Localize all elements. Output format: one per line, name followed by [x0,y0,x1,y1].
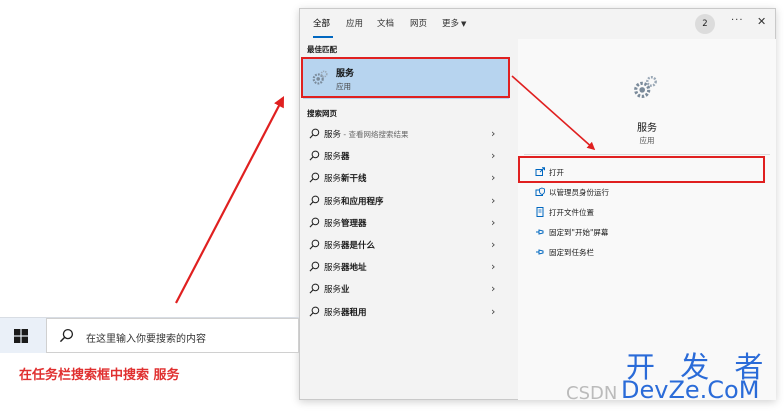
detail-action-pin-taskbar[interactable]: 固定到任务栏 [518,242,776,262]
detail-action-pin-start[interactable]: 固定到"开始"屏幕 [518,222,776,242]
search-icon [309,261,320,272]
chevron-right-icon[interactable]: › [491,282,495,295]
suggestion-completion: 业 [341,285,350,296]
taskbar-search-input[interactable]: 在这里输入你要搜索的内容 [46,318,299,353]
chevron-right-icon[interactable]: › [491,149,495,162]
tab-more-label: 更多 [442,19,460,29]
search-icon [309,195,320,206]
detail-action-label: 打开文件位置 [549,208,594,217]
chevron-right-icon[interactable]: › [491,194,495,207]
detail-action-file-location[interactable]: 打开文件位置 [518,202,776,222]
suggestion-query: 服务 [324,174,342,185]
search-icon [309,128,320,139]
ellipsis-icon[interactable]: ··· [731,15,744,26]
file-location-icon [536,207,544,217]
search-icon [59,328,74,343]
detail-action-label: 以管理员身份运行 [549,188,609,197]
pin-taskbar-icon [536,249,544,255]
arrow-to-best-match [175,96,285,304]
suggestion-query: 服务 [324,218,342,229]
detail-title: 服务 [637,123,657,134]
search-icon [309,239,320,250]
suggestion-completion: 器租用 [341,307,367,318]
suggestion-completion: 器地址 [341,263,367,274]
suggestion-query: 服务 [324,152,342,163]
suggestion-subtext: - 查看网络搜索结果 [341,130,409,139]
web-suggestion-item[interactable]: 服务业 › [303,278,509,300]
suggestion-completion: 和应用程序 [341,196,384,207]
watermark-site: DevZe.CoM [621,376,760,404]
web-suggestion-item[interactable]: 服务 - 查看网络搜索结果 › [303,123,509,145]
tab-apps[interactable]: 应用 [346,17,363,29]
pin-start-icon [536,229,544,235]
web-suggestion-item[interactable]: 服务和应用程序 › [303,190,509,212]
rewards-badge[interactable]: 2 [695,14,715,34]
search-placeholder: 在这里输入你要搜索的内容 [86,334,206,345]
tab-documents[interactable]: 文档 [377,17,394,29]
gear-icon [634,76,657,98]
search-icon [309,283,320,294]
search-icon [309,306,320,317]
chevron-right-icon[interactable]: › [491,305,495,318]
web-suggestion-label: 服务新干线 [324,172,367,184]
open-action-highlight [518,156,765,183]
web-suggestion-label: 服务和应用程序 [324,195,384,207]
chevron-right-icon[interactable]: › [491,238,495,251]
divider [524,154,770,155]
suggestion-completion: 管理器 [341,218,367,229]
taskbar: 在这里输入你要搜索的内容 [0,317,299,353]
close-icon[interactable]: ✕ [757,15,766,28]
search-tabs: 全部 应用 文档 网页 更多 ▼ 2 ··· ✕ [300,9,775,39]
best-match-label: 最佳匹配 [307,45,337,54]
suggestion-query: 服务 [324,196,342,207]
suggestion-query: 服务 [324,263,342,274]
detail-action-label: 固定到"开始"屏幕 [549,228,609,237]
web-suggestion-label: 服务器 [324,150,350,162]
search-icon [309,217,320,228]
chevron-down-icon: ▼ [461,20,467,28]
detail-type: 应用 [639,136,655,145]
tab-all[interactable]: 全部 [313,17,330,29]
active-tab-indicator [313,36,333,38]
web-suggestion-label: 服务 - 查看网络搜索结果 [324,128,409,140]
chevron-right-icon[interactable]: › [491,260,495,273]
tab-web[interactable]: 网页 [410,17,427,29]
web-suggestion-item[interactable]: 服务新干线 › [303,167,509,189]
web-suggestion-item[interactable]: 服务管理器 › [303,212,509,234]
search-icon [309,172,320,183]
web-suggestion-item[interactable]: 服务器是什么 › [303,234,509,256]
detail-action-label: 固定到任务栏 [549,248,594,257]
web-suggestion-item[interactable]: 服务器地址 › [303,256,509,278]
chevron-right-icon[interactable]: › [491,216,495,229]
suggestion-query: 服务 [324,130,342,140]
web-suggestion-label: 服务器地址 [324,261,367,273]
best-match-highlight [301,57,510,98]
web-suggestion-item[interactable]: 服务器 › [303,145,509,167]
tab-more[interactable]: 更多 ▼ [442,17,466,29]
suggestion-query: 服务 [324,285,342,296]
web-suggestion-label: 服务管理器 [324,217,367,229]
suggestion-completion: 器是什么 [341,241,376,251]
suggestion-query: 服务 [324,307,342,318]
web-search-label: 搜索网页 [307,109,337,118]
suggestion-query: 服务 [324,241,342,251]
annotation-caption: 在任务栏搜索框中搜索 服务 [19,368,180,383]
run-as-admin-icon [535,187,545,196]
web-suggestion-label: 服务业 [324,283,350,295]
watermark-csdn: CSDN [566,383,618,404]
chevron-right-icon[interactable]: › [491,171,495,184]
web-suggestion-label: 服务器是什么 [324,239,375,251]
suggestion-completion: 新干线 [341,174,367,185]
web-suggestion-item[interactable]: 服务器租用 › [303,301,509,323]
suggestion-completion: 器 [341,152,350,163]
search-icon [309,150,320,161]
chevron-right-icon[interactable]: › [491,127,495,140]
detail-action-run-as-admin[interactable]: 以管理员身份运行 [518,182,776,202]
web-suggestion-label: 服务器租用 [324,306,367,318]
windows-logo-icon[interactable] [14,329,28,343]
